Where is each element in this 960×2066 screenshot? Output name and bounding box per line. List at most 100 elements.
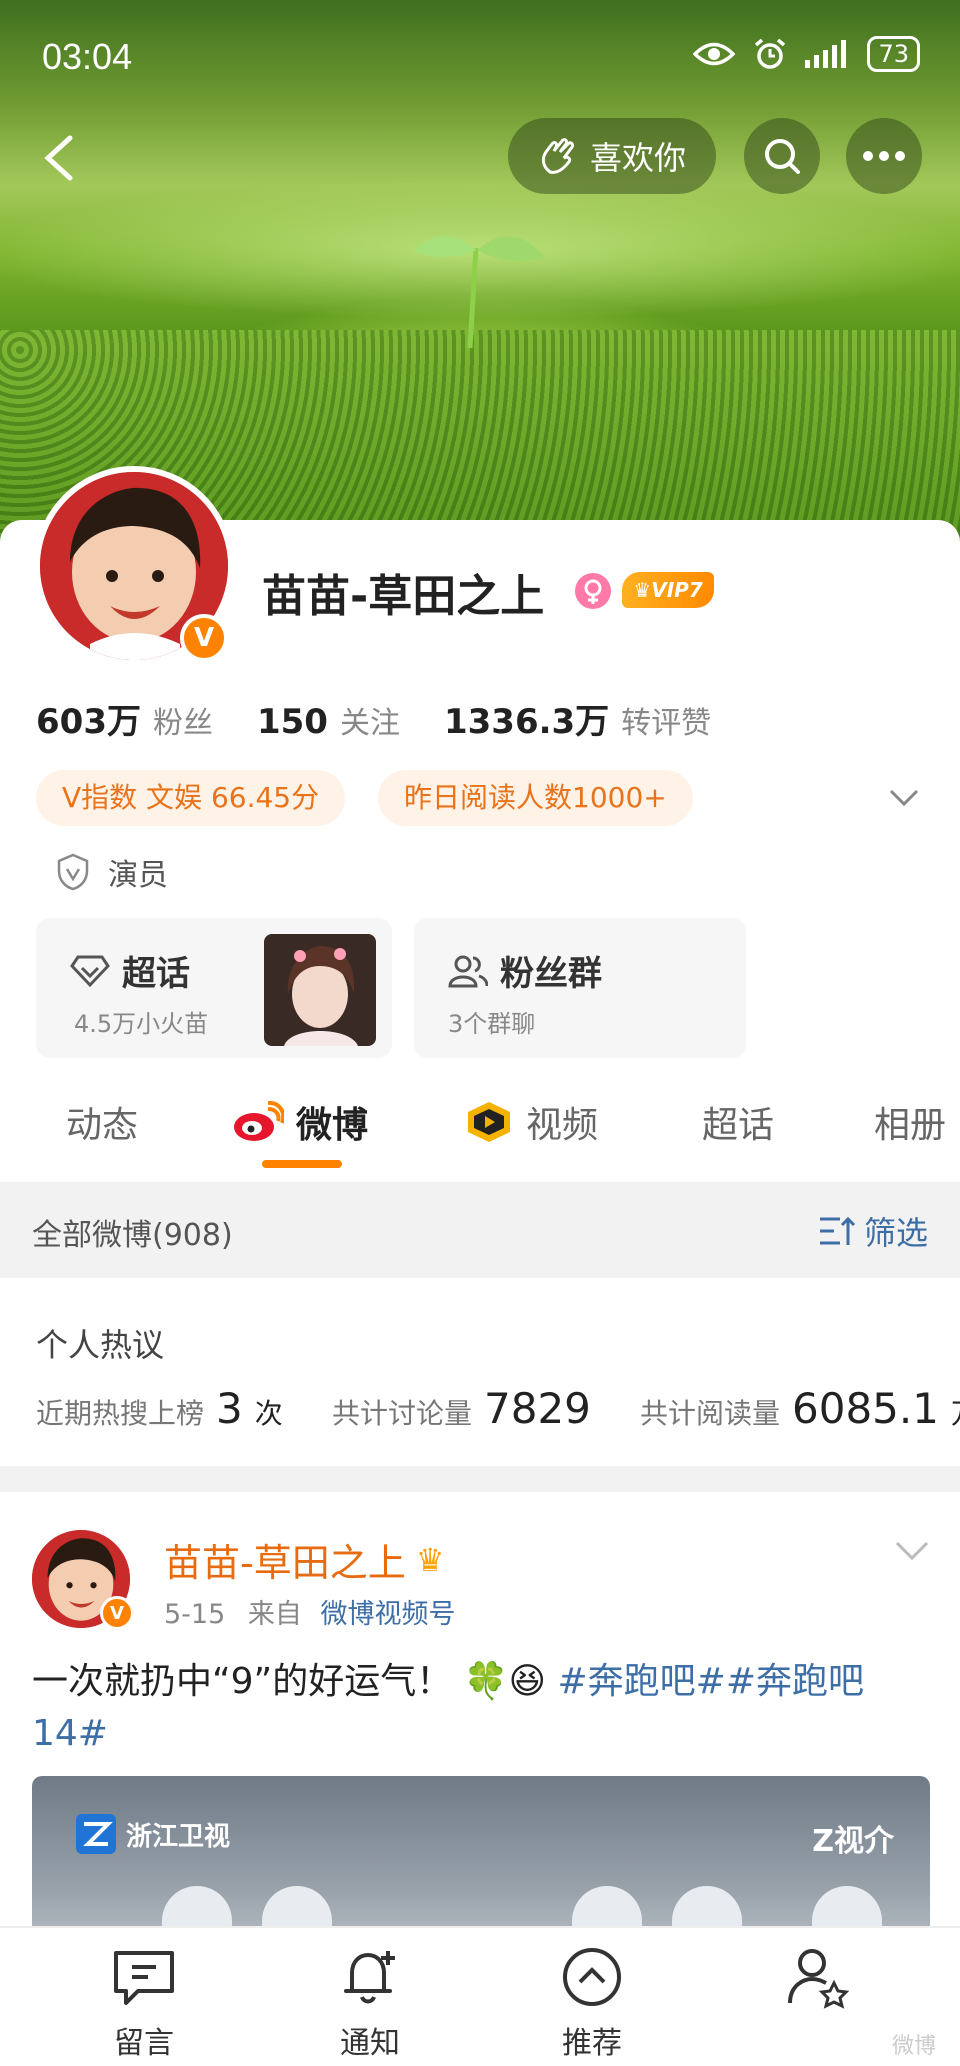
profile-stats: 603万 粉丝 150 关注 1336.3万 转评赞 [36, 694, 711, 743]
active-tab-indicator [262, 1160, 342, 1168]
nav-recommend-label: 推荐 [562, 2026, 622, 2061]
hot-search-stat: 近期热搜上榜 3 次 [36, 1384, 283, 1433]
nav-profile[interactable] [738, 1942, 898, 2018]
post-emoji: 🍀😆 [463, 1661, 547, 1702]
status-bar: 03:04 73 [0, 0, 960, 116]
zjtv-logo-icon [76, 1814, 116, 1854]
profile-name: 苗苗-草田之上 [262, 571, 545, 622]
reader-count-tag[interactable]: 昨日阅读人数1000+ [378, 770, 693, 826]
female-icon [575, 573, 611, 609]
zjtv-logo-text: 浙江卫视 [126, 1821, 231, 1852]
post-menu-chevron-icon[interactable] [894, 1540, 930, 1562]
read-label: 共计阅读量 [640, 1397, 781, 1430]
tab-album[interactable]: 相册 [874, 1096, 946, 1148]
super-topic-subtitle: 4.5万小火苗 [74, 1010, 209, 1038]
group-icon [448, 955, 488, 987]
crown-icon: ♛ [633, 578, 652, 602]
fans-stat[interactable]: 603万 粉丝 [36, 694, 213, 743]
post-text-body: 一次就扔中“9”的好运气！ [32, 1661, 453, 1702]
crown-icon: ♛ [415, 1540, 445, 1579]
fans-label: 粉丝 [152, 706, 213, 741]
zhejiang-tv-logo: 浙江卫视 [76, 1814, 230, 1854]
alarm-icon [755, 38, 786, 69]
occupation-label: 演员 [108, 858, 168, 893]
post-meta: 5-15 来自 微博视频号 [164, 1592, 455, 1631]
filter-icon [819, 1216, 856, 1245]
diamond-icon [70, 955, 110, 987]
more-button[interactable] [846, 118, 922, 194]
interactions-label: 转评赞 [621, 706, 712, 741]
profile-screen: 03:04 73 喜欢你 V 苗苗-草田之上 ♛ VIP7 603万 粉丝 15… [0, 0, 960, 2066]
like-you-button[interactable]: 喜欢你 [508, 118, 716, 194]
fan-group-title: 粉丝群 [500, 954, 602, 994]
fan-group-subtitle: 3个群聊 [448, 1010, 536, 1038]
hand-wave-icon [541, 138, 574, 174]
search-icon [765, 139, 800, 174]
tab-dynamic-label: 动态 [66, 1105, 139, 1146]
nav-notify[interactable]: 通知 [290, 1942, 450, 2062]
hot-search-value: 3 [216, 1384, 243, 1433]
all-posts-count[interactable]: 全部微博(908) [32, 1210, 233, 1254]
battery-indicator: 73 [867, 36, 920, 72]
hot-discussion-panel: 个人热议 近期热搜上榜 3 次 共计讨论量 7829 共计阅读量 6085.1 … [0, 1278, 960, 1466]
recommend-icon [563, 1948, 621, 2006]
bottom-nav: 留言 通知 推荐 [0, 1926, 960, 2066]
nav-message[interactable]: 留言 [64, 1942, 224, 2062]
fan-group-card[interactable]: 粉丝群 3个群聊 [414, 918, 746, 1058]
message-icon [114, 1951, 174, 2005]
tab-weibo-label: 微博 [296, 1105, 369, 1146]
search-button[interactable] [744, 118, 820, 194]
tab-video-label: 视频 [526, 1105, 599, 1146]
post-source[interactable]: 微博视频号 [320, 1599, 455, 1630]
signal-icon [805, 40, 847, 68]
v-index-tag[interactable]: V指数 文娱 66.45分 [36, 770, 346, 826]
post-date: 5-15 [164, 1599, 226, 1630]
fans-count: 603万 [36, 702, 141, 742]
interactions-count: 1336.3万 [443, 702, 610, 742]
filter-label: 筛选 [863, 1214, 928, 1252]
section-divider [0, 1466, 960, 1492]
tab-super-topic-label: 超话 [702, 1105, 775, 1146]
super-topic-card[interactable]: 超话 4.5万小火苗 [36, 918, 392, 1058]
shield-icon [57, 853, 89, 891]
post-verified-badge: V [100, 1596, 134, 1630]
tab-weibo[interactable]: 微博 [232, 1096, 368, 1148]
filter-bar: 全部微博(908) 筛选 [0, 1182, 960, 1278]
weibo-logo-icon [234, 1101, 284, 1141]
post-topic-link[interactable]: #奔跑吧# [557, 1661, 725, 1702]
read-value: 6085.1 [792, 1384, 939, 1433]
super-topic-title: 超话 [122, 954, 190, 994]
sprout-image [414, 236, 544, 349]
tab-dynamic[interactable]: 动态 [66, 1096, 138, 1148]
discussion-stat: 共计讨论量 7829 [332, 1384, 591, 1433]
following-count: 150 [256, 702, 328, 742]
hot-search-unit: 次 [254, 1397, 283, 1430]
hot-discussion-title: 个人热议 [36, 1326, 165, 1364]
expand-chevron-icon[interactable] [888, 788, 920, 808]
hot-search-label: 近期热搜上榜 [36, 1397, 205, 1430]
profile-tabs: 动态 微博 视频 超话 相册 [0, 1096, 960, 1176]
vip-level: VIP7 [651, 578, 703, 602]
z-video-logo: Z视介 [812, 1824, 894, 1859]
nav-recommend[interactable]: 推荐 [512, 1942, 672, 2062]
post-text[interactable]: 一次就扔中“9”的好运气！ 🍀😆 #奔跑吧##奔跑吧14# [32, 1656, 912, 1760]
post-author[interactable]: 苗苗-草田之上 ♛ [164, 1532, 444, 1587]
following-label: 关注 [339, 706, 400, 741]
following-stat[interactable]: 150 关注 [257, 698, 400, 742]
vip-badge[interactable]: ♛ VIP7 [622, 572, 714, 608]
tab-super-topic[interactable]: 超话 [702, 1096, 774, 1148]
watermark: 微博 [891, 2034, 936, 2059]
tab-video[interactable]: 视频 [464, 1096, 598, 1148]
video-channel-icon [468, 1102, 510, 1142]
read-unit: 万 [951, 1392, 960, 1432]
tab-album-label: 相册 [874, 1105, 947, 1146]
interactions-stat[interactable]: 1336.3万 转评赞 [444, 694, 711, 743]
read-stat: 共计阅读量 6085.1 万 [640, 1384, 960, 1433]
eye-icon [693, 42, 736, 66]
back-icon[interactable] [34, 130, 90, 186]
discussion-label: 共计讨论量 [332, 1397, 473, 1430]
nav-message-label: 留言 [114, 2026, 174, 2061]
verified-badge: V [180, 614, 228, 662]
filter-button[interactable]: 筛选 [818, 1208, 928, 1254]
status-time: 03:04 [42, 36, 133, 77]
